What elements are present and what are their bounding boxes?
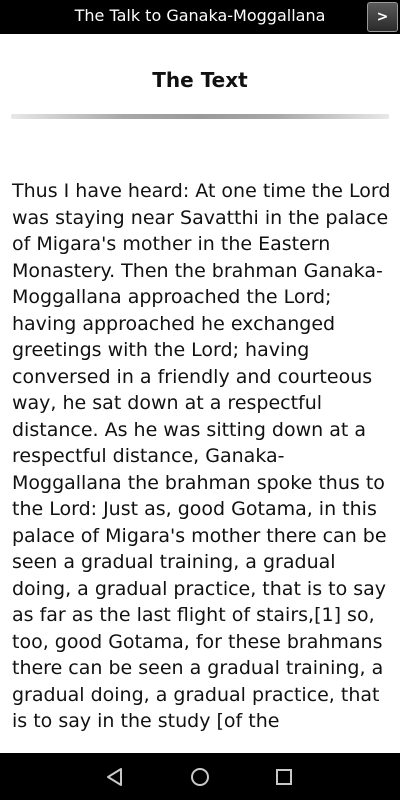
system-nav-bar: [0, 753, 400, 800]
home-button[interactable]: [184, 761, 216, 793]
heading-divider: [11, 114, 389, 119]
next-page-button[interactable]: >: [367, 2, 398, 32]
sutta-text: Thus I have heard: At one time the Lord …: [12, 180, 391, 732]
content-area[interactable]: The Text Thus I have heard: At one time …: [0, 34, 400, 753]
recents-icon: [276, 769, 292, 785]
home-icon: [191, 768, 209, 786]
app-header: The Talk to Ganaka-Moggallana >: [0, 0, 400, 34]
back-icon: [107, 768, 122, 786]
section-heading: The Text: [152, 68, 248, 92]
page-title: The Talk to Ganaka-Moggallana: [74, 6, 326, 25]
recents-button[interactable]: [268, 761, 300, 793]
back-button[interactable]: [99, 761, 131, 793]
